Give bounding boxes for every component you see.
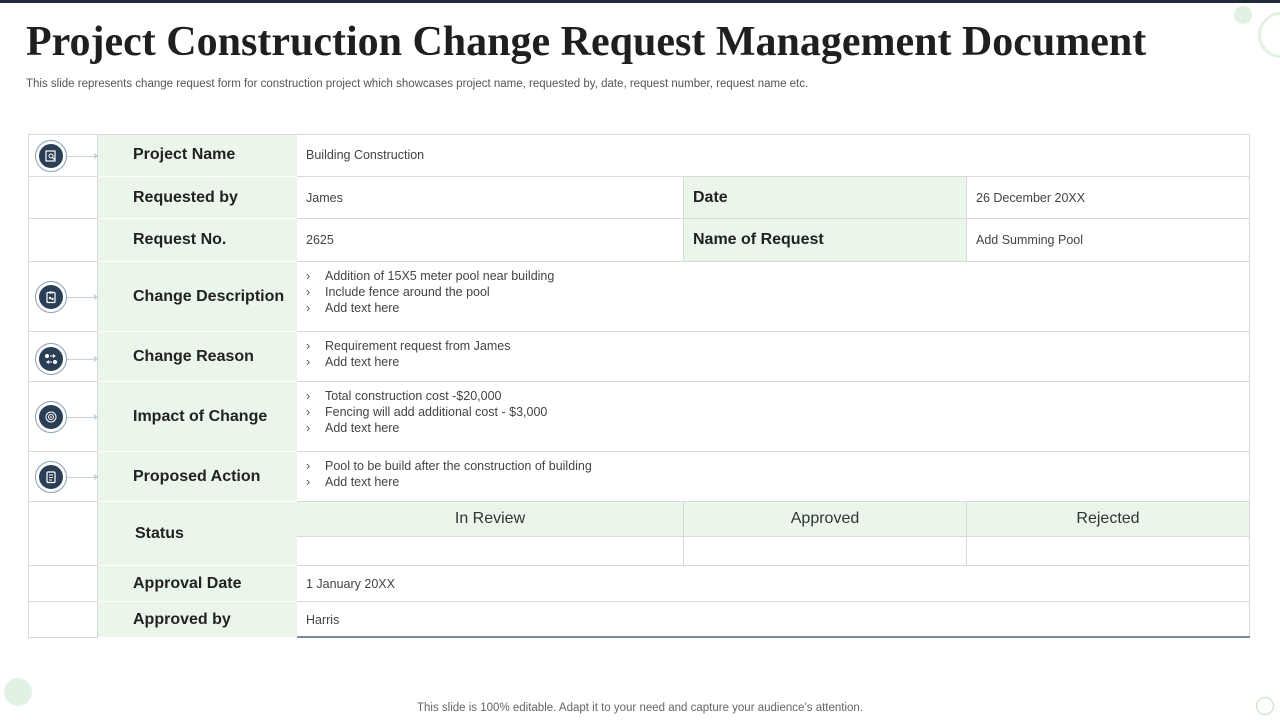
checklist-icon bbox=[39, 465, 63, 489]
page-subtitle: This slide represents change request for… bbox=[26, 78, 809, 90]
label-project-name: Project Name bbox=[98, 134, 297, 177]
impact-of-change-list: Total construction cost -$20,000 Fencing… bbox=[297, 382, 1249, 436]
impact-icon-group bbox=[28, 397, 99, 437]
reason-icon-group bbox=[28, 339, 99, 379]
label-change-reason: Change Reason bbox=[98, 332, 297, 382]
label-name-of-request: Name of Request bbox=[684, 219, 967, 262]
change-reason-list: Requirement request from James Add text … bbox=[297, 332, 1249, 370]
proposed-action-list: Pool to be build after the construction … bbox=[297, 452, 1249, 490]
icon-cell bbox=[28, 177, 98, 219]
list-item: Fencing will add additional cost - $3,00… bbox=[306, 404, 1249, 420]
status-option-approved[interactable]: Approved bbox=[684, 502, 967, 537]
project-name-value[interactable]: Building Construction bbox=[297, 134, 1250, 177]
list-item: Add text here bbox=[306, 354, 1249, 370]
label-proposed-action: Proposed Action bbox=[98, 452, 297, 502]
label-status: Status bbox=[98, 502, 297, 566]
label-impact-of-change: Impact of Change bbox=[98, 382, 297, 452]
label-approval-date: Approval Date bbox=[98, 566, 297, 602]
page-title: Project Construction Change Request Mana… bbox=[26, 19, 1147, 65]
top-accent-bar bbox=[0, 0, 1280, 3]
impact-of-change-value[interactable]: Total construction cost -$20,000 Fencing… bbox=[297, 382, 1250, 452]
icon-cell bbox=[28, 602, 98, 638]
icon-cell bbox=[28, 566, 98, 602]
status-approved-field[interactable] bbox=[684, 537, 967, 566]
proposed-action-value[interactable]: Pool to be build after the construction … bbox=[297, 452, 1250, 502]
document-search-icon bbox=[39, 144, 63, 168]
change-reason-value[interactable]: Requirement request from James Add text … bbox=[297, 332, 1250, 382]
list-item: Requirement request from James bbox=[306, 338, 1249, 354]
footer-note: This slide is 100% editable. Adapt it to… bbox=[416, 702, 864, 714]
approval-date-value[interactable]: 1 January 20XX bbox=[297, 566, 1250, 602]
status-in-review-field[interactable] bbox=[297, 537, 684, 566]
label-change-description: Change Description bbox=[98, 262, 297, 332]
status-option-rejected[interactable]: Rejected bbox=[967, 502, 1250, 537]
description-icon-group bbox=[28, 277, 99, 317]
label-requested-by: Requested by bbox=[98, 177, 297, 219]
label-date: Date bbox=[684, 177, 967, 219]
change-description-list: Addition of 15X5 meter pool near buildin… bbox=[297, 262, 1249, 316]
list-item: Pool to be build after the construction … bbox=[306, 458, 1249, 474]
decorative-ring bbox=[1258, 12, 1280, 58]
list-item: Total construction cost -$20,000 bbox=[306, 388, 1249, 404]
people-exchange-icon bbox=[39, 347, 63, 371]
name-of-request-value[interactable]: Add Summing Pool bbox=[967, 219, 1250, 262]
date-value[interactable]: 26 December 20XX bbox=[967, 177, 1250, 219]
status-rejected-field[interactable] bbox=[967, 537, 1250, 566]
target-icon bbox=[39, 405, 63, 429]
change-request-table: Project Name Requested by Request No. Ch… bbox=[28, 134, 1250, 638]
list-item: Include fence around the pool bbox=[306, 284, 1249, 300]
clipboard-icon bbox=[39, 285, 63, 309]
icon-cell bbox=[28, 502, 98, 566]
list-item: Add text here bbox=[306, 474, 1249, 490]
project-icon-group bbox=[28, 136, 99, 176]
approved-by-value[interactable]: Harris bbox=[297, 602, 1250, 638]
status-option-in-review[interactable]: In Review bbox=[297, 502, 684, 537]
decorative-circle bbox=[1234, 6, 1252, 24]
list-item: Add text here bbox=[306, 420, 1249, 436]
action-icon-group bbox=[28, 457, 99, 497]
request-no-value[interactable]: 2625 bbox=[297, 219, 684, 262]
icon-cell bbox=[28, 219, 98, 262]
label-request-no: Request No. bbox=[98, 219, 297, 262]
list-item: Add text here bbox=[306, 300, 1249, 316]
list-item: Addition of 15X5 meter pool near buildin… bbox=[306, 268, 1249, 284]
table-bottom-rule bbox=[297, 636, 1250, 638]
label-approved-by: Approved by bbox=[98, 602, 297, 638]
change-description-value[interactable]: Addition of 15X5 meter pool near buildin… bbox=[297, 262, 1250, 332]
requested-by-value[interactable]: James bbox=[297, 177, 684, 219]
